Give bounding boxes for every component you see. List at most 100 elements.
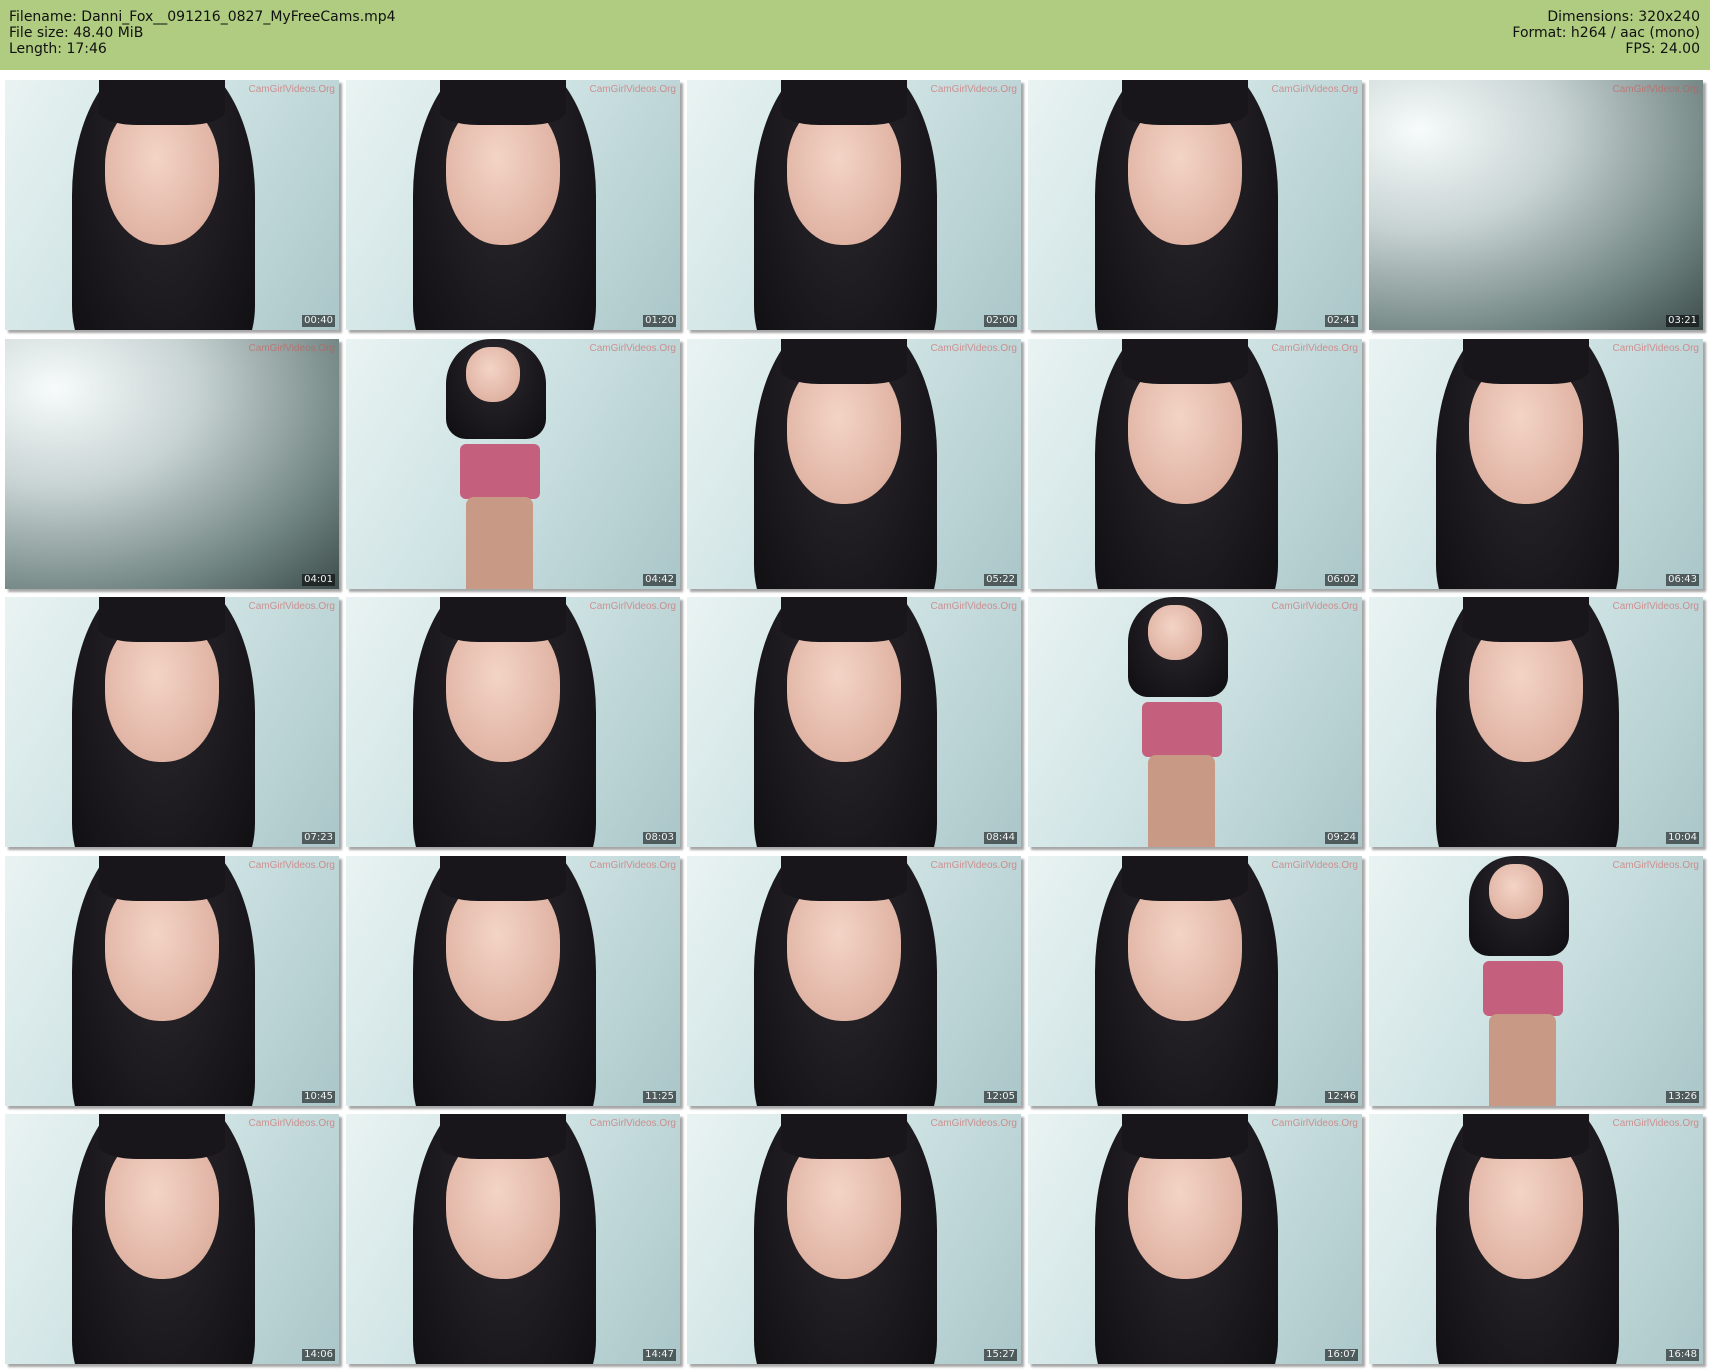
frame-timestamp: 06:43 bbox=[1666, 574, 1699, 586]
thumbnail-frame[interactable]: CamGirlVideos.Org 10:45 bbox=[5, 856, 339, 1106]
watermark-logo: CamGirlVideos.Org bbox=[248, 601, 335, 612]
frame-image-bangs bbox=[1121, 856, 1249, 901]
format-label: Format: h264 / aac (mono) bbox=[1512, 25, 1700, 41]
frame-timestamp: 12:46 bbox=[1325, 1091, 1358, 1103]
thumbnail-frame[interactable]: CamGirlVideos.Org 14:47 bbox=[346, 1114, 680, 1364]
thumbnail-frame[interactable]: CamGirlVideos.Org 13:26 bbox=[1369, 856, 1703, 1106]
watermark-logo: CamGirlVideos.Org bbox=[1271, 343, 1358, 354]
length-label: Length: 17:46 bbox=[9, 41, 107, 57]
frame-image-face bbox=[1489, 863, 1543, 919]
frame-image-bangs bbox=[1462, 597, 1590, 642]
frame-timestamp: 04:42 bbox=[643, 574, 676, 586]
frame-timestamp: 16:07 bbox=[1325, 1349, 1358, 1361]
watermark-logo: CamGirlVideos.Org bbox=[248, 84, 335, 95]
frame-image-bangs bbox=[780, 80, 908, 125]
frame-image-bangs bbox=[1121, 80, 1249, 125]
thumbnail-frame[interactable]: CamGirlVideos.Org 08:03 bbox=[346, 597, 680, 847]
watermark-logo: CamGirlVideos.Org bbox=[589, 343, 676, 354]
watermark-logo: CamGirlVideos.Org bbox=[1612, 860, 1699, 871]
watermark-logo: CamGirlVideos.Org bbox=[1271, 84, 1358, 95]
dimensions-label: Dimensions: 320x240 bbox=[1547, 9, 1700, 25]
frame-image-bangs bbox=[98, 80, 226, 125]
info-right: Dimensions: 320x240 Format: h264 / aac (… bbox=[1512, 9, 1700, 57]
watermark-logo: CamGirlVideos.Org bbox=[248, 1118, 335, 1129]
watermark-logo: CamGirlVideos.Org bbox=[1271, 1118, 1358, 1129]
frame-timestamp: 10:04 bbox=[1666, 832, 1699, 844]
frame-timestamp: 15:27 bbox=[984, 1349, 1017, 1361]
frame-timestamp: 09:24 bbox=[1325, 832, 1358, 844]
frame-timestamp: 04:01 bbox=[302, 574, 335, 586]
thumbnail-frame[interactable]: CamGirlVideos.Org 08:44 bbox=[687, 597, 1021, 847]
thumbnail-frame[interactable]: CamGirlVideos.Org 02:00 bbox=[687, 80, 1021, 330]
frame-timestamp: 07:23 bbox=[302, 832, 335, 844]
frame-image-bangs bbox=[439, 856, 567, 901]
thumbnail-frame[interactable]: CamGirlVideos.Org 16:48 bbox=[1369, 1114, 1703, 1364]
frame-image-bangs bbox=[780, 856, 908, 901]
watermark-logo: CamGirlVideos.Org bbox=[248, 343, 335, 354]
watermark-logo: CamGirlVideos.Org bbox=[1271, 860, 1358, 871]
thumbnail-frame[interactable]: CamGirlVideos.Org 11:25 bbox=[346, 856, 680, 1106]
frame-image-face bbox=[466, 346, 520, 402]
frame-image-bangs bbox=[1462, 339, 1590, 384]
frame-image-face bbox=[1148, 604, 1202, 660]
frame-image-bangs bbox=[439, 1114, 567, 1159]
frame-timestamp: 16:48 bbox=[1666, 1349, 1699, 1361]
info-left: Filename: Danni_Fox__091216_0827_MyFreeC… bbox=[9, 9, 396, 57]
thumbnail-frame[interactable]: CamGirlVideos.Org 00:40 bbox=[5, 80, 339, 330]
frame-timestamp: 14:47 bbox=[643, 1349, 676, 1361]
frame-timestamp: 13:26 bbox=[1666, 1091, 1699, 1103]
watermark-logo: CamGirlVideos.Org bbox=[930, 601, 1017, 612]
frame-timestamp: 02:00 bbox=[984, 315, 1017, 327]
watermark-logo: CamGirlVideos.Org bbox=[1612, 1118, 1699, 1129]
thumbnail-frame[interactable]: CamGirlVideos.Org 06:43 bbox=[1369, 339, 1703, 589]
watermark-logo: CamGirlVideos.Org bbox=[1612, 601, 1699, 612]
frame-timestamp: 01:20 bbox=[643, 315, 676, 327]
thumbnail-frame[interactable]: CamGirlVideos.Org 03:21 bbox=[1369, 80, 1703, 330]
thumbnail-frame[interactable]: CamGirlVideos.Org 12:05 bbox=[687, 856, 1021, 1106]
thumbnail-frame[interactable]: CamGirlVideos.Org 04:42 bbox=[346, 339, 680, 589]
thumbnail-frame[interactable]: CamGirlVideos.Org 01:20 bbox=[346, 80, 680, 330]
info-header: Filename: Danni_Fox__091216_0827_MyFreeC… bbox=[0, 0, 1710, 70]
frame-timestamp: 00:40 bbox=[302, 315, 335, 327]
frame-timestamp: 10:45 bbox=[302, 1091, 335, 1103]
frame-image-skirt bbox=[459, 444, 540, 499]
frame-image-bangs bbox=[780, 597, 908, 642]
frame-timestamp: 08:03 bbox=[643, 832, 676, 844]
frame-image-skirt bbox=[1141, 702, 1222, 757]
frame-timestamp: 02:41 bbox=[1325, 315, 1358, 327]
thumbnail-frame[interactable]: CamGirlVideos.Org 05:22 bbox=[687, 339, 1021, 589]
thumbnail-frame[interactable]: CamGirlVideos.Org 06:02 bbox=[1028, 339, 1362, 589]
watermark-logo: CamGirlVideos.Org bbox=[589, 84, 676, 95]
frame-image-bangs bbox=[1121, 339, 1249, 384]
frame-timestamp: 06:02 bbox=[1325, 574, 1358, 586]
thumbnail-frame[interactable]: CamGirlVideos.Org 10:04 bbox=[1369, 597, 1703, 847]
thumbnail-frame[interactable]: CamGirlVideos.Org 12:46 bbox=[1028, 856, 1362, 1106]
thumbnail-frame[interactable]: CamGirlVideos.Org 14:06 bbox=[5, 1114, 339, 1364]
frame-image-bangs bbox=[439, 80, 567, 125]
fps-label: FPS: 24.00 bbox=[1625, 41, 1700, 57]
thumbnail-frame[interactable]: CamGirlVideos.Org 04:01 bbox=[5, 339, 339, 589]
watermark-logo: CamGirlVideos.Org bbox=[930, 84, 1017, 95]
thumbnail-grid: CamGirlVideos.Org 00:40 CamGirlVideos.Org 0… bbox=[5, 80, 1707, 1365]
frame-image-bangs bbox=[1121, 1114, 1249, 1159]
watermark-logo: CamGirlVideos.Org bbox=[589, 601, 676, 612]
watermark-logo: CamGirlVideos.Org bbox=[930, 343, 1017, 354]
frame-image-legs bbox=[1489, 1013, 1557, 1106]
frame-timestamp: 08:44 bbox=[984, 832, 1017, 844]
watermark-logo: CamGirlVideos.Org bbox=[930, 1118, 1017, 1129]
frame-image-bangs bbox=[98, 856, 226, 901]
watermark-logo: CamGirlVideos.Org bbox=[1612, 343, 1699, 354]
watermark-logo: CamGirlVideos.Org bbox=[589, 1118, 676, 1129]
frame-image-bangs bbox=[98, 597, 226, 642]
thumbnail-frame[interactable]: CamGirlVideos.Org 15:27 bbox=[687, 1114, 1021, 1364]
frame-image-bangs bbox=[780, 1114, 908, 1159]
filesize-label: File size: 48.40 MiB bbox=[9, 25, 144, 41]
thumbnail-frame[interactable]: CamGirlVideos.Org 02:41 bbox=[1028, 80, 1362, 330]
frame-timestamp: 03:21 bbox=[1666, 315, 1699, 327]
thumbnail-frame[interactable]: CamGirlVideos.Org 16:07 bbox=[1028, 1114, 1362, 1364]
watermark-logo: CamGirlVideos.Org bbox=[1271, 601, 1358, 612]
thumbnail-frame[interactable]: CamGirlVideos.Org 07:23 bbox=[5, 597, 339, 847]
watermark-logo: CamGirlVideos.Org bbox=[248, 860, 335, 871]
frame-timestamp: 14:06 bbox=[302, 1349, 335, 1361]
thumbnail-frame[interactable]: CamGirlVideos.Org 09:24 bbox=[1028, 597, 1362, 847]
